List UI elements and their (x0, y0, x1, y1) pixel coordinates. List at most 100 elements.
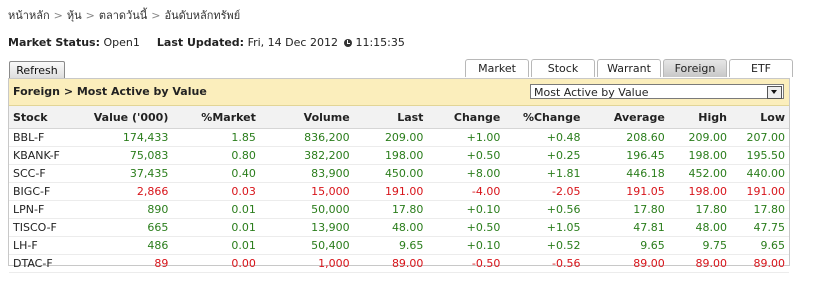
value-cell: 89 (84, 254, 173, 273)
average-cell: 17.80 (584, 200, 669, 219)
market-pct-cell: 0.01 (172, 200, 260, 219)
stock-cell[interactable]: BIGC-F (9, 182, 85, 201)
table-row[interactable]: SCC-F 37,435 0.40 83,900 450.00 +8.00 +1.81 446… (9, 164, 789, 183)
category-tabs: Market Stock Warrant Foreign ETF (465, 59, 795, 78)
change-pct-cell: +0.56 (504, 200, 585, 219)
change-cell: +1.00 (427, 128, 505, 147)
column-header-volume[interactable]: Volume (259, 106, 354, 129)
stock-cell[interactable]: TISCO-F (9, 218, 85, 237)
market-pct-cell: 1.85 (172, 128, 260, 147)
market-pct-cell: 0.01 (172, 218, 260, 237)
average-cell: 208.60 (584, 128, 669, 147)
volume-cell: 50,400 (259, 236, 354, 255)
breadcrumb-stocks-link[interactable]: หุ้น (67, 9, 82, 22)
last-cell: 450.00 (353, 164, 428, 183)
breadcrumb-market-today-link[interactable]: ตลาดวันนี้ (99, 9, 147, 22)
change-pct-cell: +0.48 (504, 128, 585, 147)
value-cell: 486 (84, 236, 173, 255)
change-cell: +0.50 (427, 146, 505, 165)
market-status-label: Market Status: (8, 36, 101, 49)
volume-cell: 50,000 (259, 200, 354, 219)
stock-cell[interactable]: BBL-F (9, 128, 85, 147)
last-cell: 48.00 (353, 218, 428, 237)
column-header-change-pct[interactable]: %Change (504, 106, 585, 129)
column-header-market-pct[interactable]: %Market (172, 106, 260, 129)
volume-cell: 15,000 (259, 182, 354, 201)
high-cell: 89.00 (668, 254, 731, 273)
value-cell: 174,433 (84, 128, 173, 147)
tab-market[interactable]: Market (465, 59, 529, 77)
stock-cell[interactable]: KBANK-F (9, 146, 85, 165)
dropdown-arrow-icon[interactable] (767, 86, 782, 99)
low-cell: 9.65 (730, 236, 789, 255)
high-cell: 198.00 (668, 182, 731, 201)
table-row[interactable]: BIGC-F 2,866 0.03 15,000 191.00 -4.00 -2.05 191… (9, 182, 789, 201)
volume-cell: 836,200 (259, 128, 354, 147)
tab-etf[interactable]: ETF (729, 59, 793, 77)
breadcrumb-separator: > (53, 9, 63, 22)
low-cell: 195.50 (730, 146, 789, 165)
ranking-type-select[interactable]: Most Active by Value (530, 84, 784, 99)
low-cell: 47.75 (730, 218, 789, 237)
change-pct-cell: +1.81 (504, 164, 585, 183)
low-cell: 191.00 (730, 182, 789, 201)
table-row[interactable]: BBL-F 174,433 1.85 836,200 209.00 +1.00 +0.48 2… (9, 128, 789, 147)
change-cell: +8.00 (427, 164, 505, 183)
change-cell: +0.50 (427, 218, 505, 237)
table-row[interactable]: TISCO-F 665 0.01 13,900 48.00 +0.50 +1.05 47.81… (9, 218, 789, 237)
stock-cell[interactable]: DTAC-F (9, 254, 85, 273)
panel-title: Foreign > Most Active by Value (13, 85, 207, 98)
tab-stock[interactable]: Stock (531, 59, 595, 77)
change-pct-cell: +0.52 (504, 236, 585, 255)
stock-cell[interactable]: LH-F (9, 236, 85, 255)
high-cell: 17.80 (668, 200, 731, 219)
value-cell: 75,083 (84, 146, 173, 165)
last-cell: 89.00 (353, 254, 428, 273)
stock-cell[interactable]: LPN-F (9, 200, 85, 219)
value-cell: 2,866 (84, 182, 173, 201)
low-cell: 207.00 (730, 128, 789, 147)
breadcrumb-current: อันดับหลักทรัพย์ (164, 9, 241, 22)
table-row[interactable]: LPN-F 890 0.01 50,000 17.80 +0.10 +0.56 17.80 17… (9, 200, 789, 219)
breadcrumb-separator: > (85, 9, 95, 22)
market-pct-cell: 0.01 (172, 236, 260, 255)
change-pct-cell: -2.05 (504, 182, 585, 201)
average-cell: 446.18 (584, 164, 669, 183)
column-header-change[interactable]: Change (427, 106, 505, 129)
volume-cell: 83,900 (259, 164, 354, 183)
tab-warrant[interactable]: Warrant (597, 59, 661, 77)
breadcrumb-home-link[interactable]: หน้าหลัก (8, 9, 50, 22)
volume-cell: 382,200 (259, 146, 354, 165)
clock-icon (344, 39, 353, 47)
column-header-stock[interactable]: Stock (9, 106, 85, 129)
ranking-panel: Foreign > Most Active by Value Most Acti… (8, 78, 790, 273)
panel-header: Foreign > Most Active by Value Most Acti… (9, 79, 789, 106)
high-cell: 198.00 (668, 146, 731, 165)
table-row[interactable]: LH-F 486 0.01 50,400 9.65 +0.10 +0.52 9.65 9.75 9… (9, 236, 789, 255)
market-status-bar: Market Status: Open1 Last Updated: Fri, … (8, 36, 405, 49)
market-pct-cell: 0.00 (172, 254, 260, 273)
value-cell: 665 (84, 218, 173, 237)
column-header-last[interactable]: Last (353, 106, 428, 129)
low-cell: 89.00 (730, 254, 789, 273)
last-cell: 9.65 (353, 236, 428, 255)
average-cell: 89.00 (584, 254, 669, 273)
average-cell: 191.05 (584, 182, 669, 201)
table-row[interactable]: KBANK-F 75,083 0.80 382,200 198.00 +0.50 +0.25… (9, 146, 789, 165)
column-header-value[interactable]: Value ('000) (84, 106, 173, 129)
ranking-table: Stock Value ('000) %Market Volume Last C… (9, 106, 789, 273)
stock-cell[interactable]: SCC-F (9, 164, 85, 183)
market-pct-cell: 0.80 (172, 146, 260, 165)
table-row[interactable]: DTAC-F 89 0.00 1,000 89.00 -0.50 -0.56 89.00 89.… (9, 254, 789, 273)
last-cell: 209.00 (353, 128, 428, 147)
column-header-high[interactable]: High (668, 106, 731, 129)
last-cell: 191.00 (353, 182, 428, 201)
last-updated-label: Last Updated: (156, 36, 245, 49)
tab-foreign[interactable]: Foreign (663, 59, 727, 77)
change-cell: +0.10 (427, 236, 505, 255)
average-cell: 47.81 (584, 218, 669, 237)
column-header-low[interactable]: Low (730, 106, 789, 129)
column-header-average[interactable]: Average (584, 106, 669, 129)
last-updated-date: Fri, 14 Dec 2012 (247, 36, 338, 49)
high-cell: 452.00 (668, 164, 731, 183)
